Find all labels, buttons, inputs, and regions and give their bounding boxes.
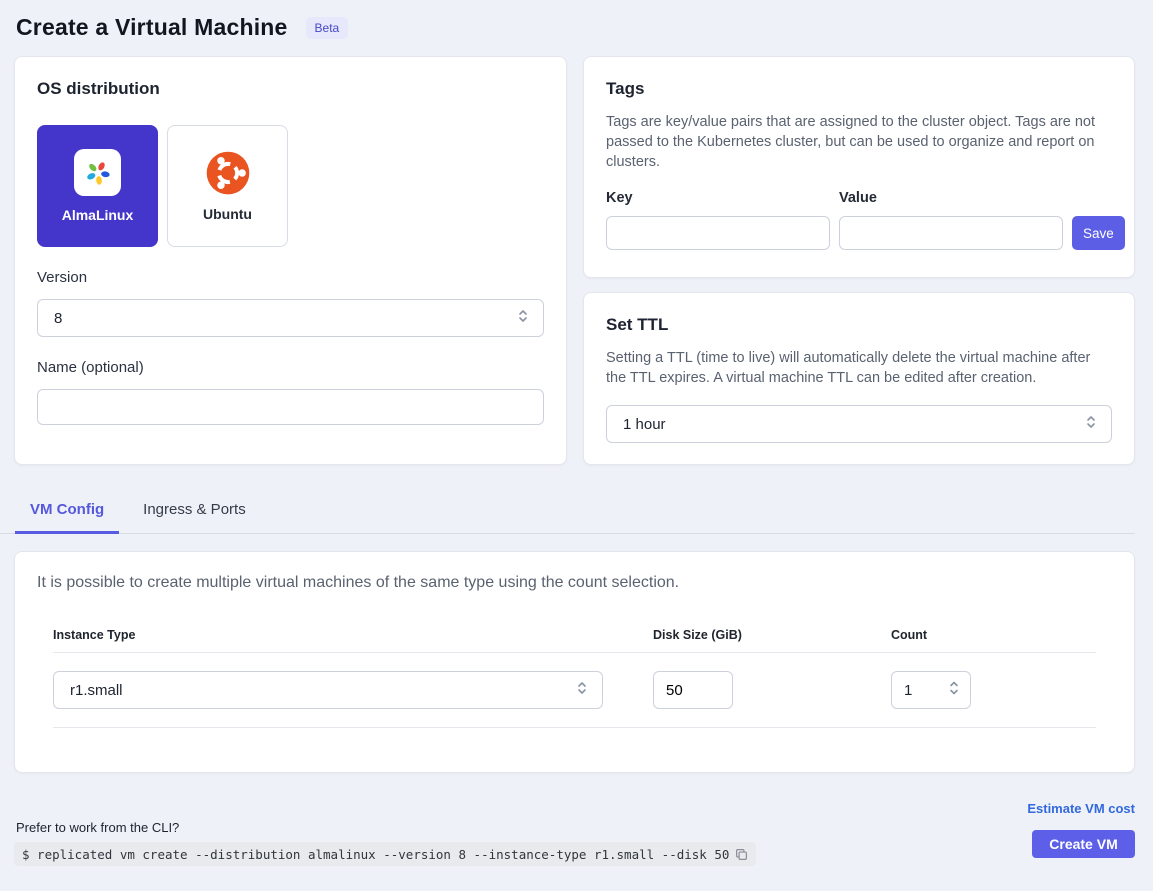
version-select[interactable]: 8 xyxy=(37,299,544,337)
instance-type-cell: r1.small xyxy=(53,671,653,709)
os-distribution-card: OS distribution AlmaLinux xyxy=(14,56,567,465)
disk-size-cell xyxy=(653,671,891,709)
count-input[interactable] xyxy=(904,682,934,699)
os-tile-almalinux[interactable]: AlmaLinux xyxy=(37,125,158,247)
os-tile-label-almalinux: AlmaLinux xyxy=(62,207,134,223)
cli-prompt: Prefer to work from the CLI? xyxy=(16,820,179,835)
tab-ingress-ports[interactable]: Ingress & Ports xyxy=(128,491,261,534)
tag-value-input[interactable] xyxy=(839,216,1063,250)
top-cards-row: OS distribution AlmaLinux xyxy=(14,56,1139,465)
save-tag-button[interactable]: Save xyxy=(1072,216,1125,250)
chevron-updown-icon xyxy=(1084,414,1098,434)
page-header: Create a Virtual Machine Beta xyxy=(0,0,1153,41)
disk-size-input[interactable] xyxy=(653,671,733,709)
config-tabs: VM Config Ingress & Ports xyxy=(0,491,1135,534)
vm-config-card: It is possible to create multiple virtua… xyxy=(14,551,1135,773)
beta-badge: Beta xyxy=(306,17,349,39)
vm-config-message: It is possible to create multiple virtua… xyxy=(37,574,1112,592)
estimate-vm-cost-link[interactable]: Estimate VM cost xyxy=(1027,801,1135,816)
tags-card: Tags Tags are key/value pairs that are a… xyxy=(583,56,1135,278)
tag-key-input[interactable] xyxy=(606,216,830,250)
set-ttl-card: Set TTL Setting a TTL (time to live) wil… xyxy=(583,292,1135,465)
chevron-updown-icon xyxy=(516,308,530,328)
tags-form-row: Key Value Save xyxy=(606,190,1112,250)
tags-title: Tags xyxy=(606,79,1112,99)
count-cell xyxy=(891,671,1091,709)
os-tiles: AlmaLinux Ubuntu xyxy=(37,125,544,247)
tag-key-field: Key xyxy=(606,190,830,250)
ttl-select[interactable]: 1 hour xyxy=(606,405,1112,443)
ubuntu-icon xyxy=(206,151,250,195)
chevron-updown-icon[interactable] xyxy=(947,679,961,702)
copy-icon[interactable] xyxy=(735,848,748,861)
column-header-disk-size: Disk Size (GiB) xyxy=(653,628,891,642)
set-ttl-description: Setting a TTL (time to live) will automa… xyxy=(606,348,1112,388)
tags-description: Tags are key/value pairs that are assign… xyxy=(606,112,1112,172)
os-distribution-title: OS distribution xyxy=(37,79,544,99)
chevron-updown-icon xyxy=(575,680,589,700)
name-label: Name (optional) xyxy=(37,359,544,376)
vm-table: Instance Type Disk Size (GiB) Count r1.s… xyxy=(37,616,1112,728)
tag-key-label: Key xyxy=(606,190,830,206)
vm-table-header: Instance Type Disk Size (GiB) Count xyxy=(53,616,1096,653)
instance-type-select[interactable]: r1.small xyxy=(53,671,603,709)
tab-vm-config[interactable]: VM Config xyxy=(15,491,119,534)
cli-command-chip: $ replicated vm create --distribution al… xyxy=(14,842,756,866)
right-column: Tags Tags are key/value pairs that are a… xyxy=(583,56,1135,465)
page-title: Create a Virtual Machine xyxy=(16,14,288,41)
ttl-select-value: 1 hour xyxy=(623,416,666,433)
column-header-count: Count xyxy=(891,628,1091,642)
instance-type-value: r1.small xyxy=(70,682,123,699)
almalinux-icon xyxy=(74,149,121,196)
column-header-instance-type: Instance Type xyxy=(53,628,653,642)
count-stepper[interactable] xyxy=(891,671,971,709)
tag-value-label: Value xyxy=(839,190,1063,206)
vm-table-row: r1.small xyxy=(53,653,1096,728)
os-tile-ubuntu[interactable]: Ubuntu xyxy=(167,125,288,247)
name-input[interactable] xyxy=(37,389,544,425)
set-ttl-title: Set TTL xyxy=(606,315,1112,335)
version-label: Version xyxy=(37,269,544,286)
os-tile-label-ubuntu: Ubuntu xyxy=(203,206,252,222)
create-vm-button[interactable]: Create VM xyxy=(1032,830,1135,858)
tag-value-field: Value xyxy=(839,190,1063,250)
cli-command-text: $ replicated vm create --distribution al… xyxy=(22,847,729,862)
version-select-value: 8 xyxy=(54,310,62,327)
